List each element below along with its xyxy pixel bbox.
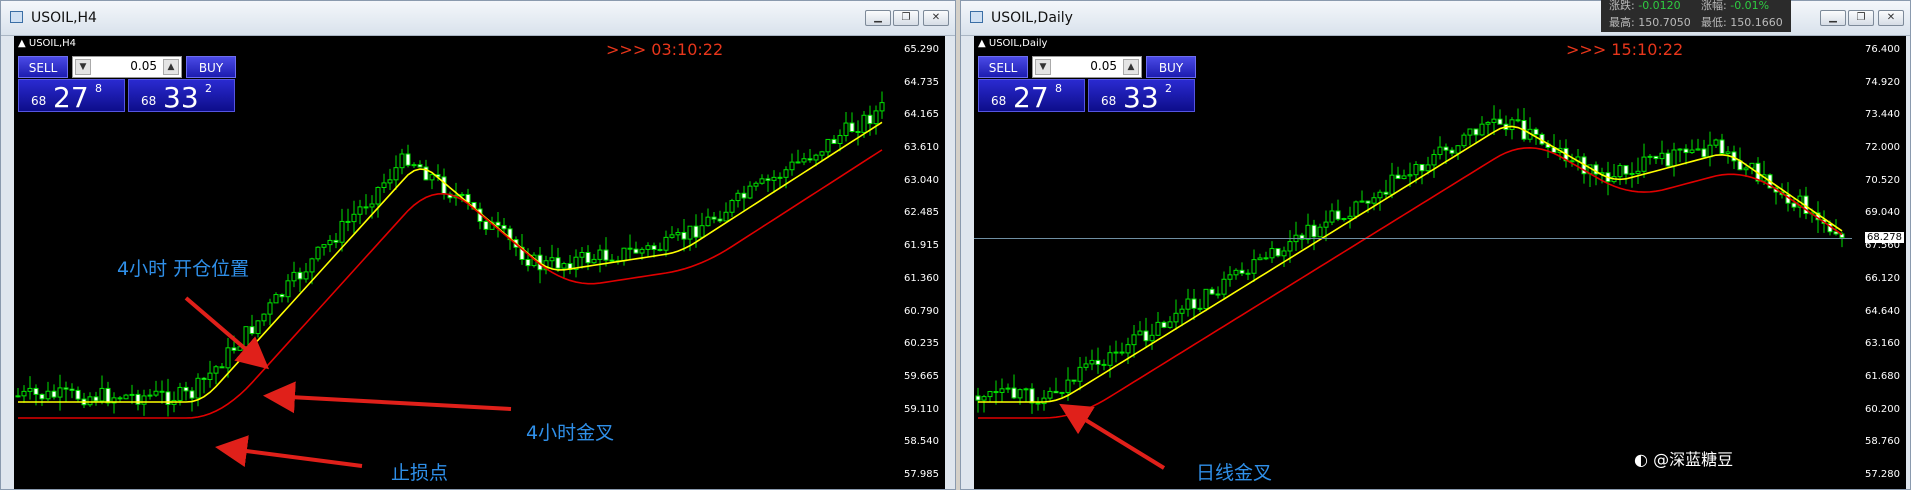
arrow-to-stop-loss [215, 435, 363, 468]
price-tooltip: 涨跌: -0.0120 涨幅: -0.01% 最高: 150.7050 最低: … [1601, 0, 1791, 32]
arrow-to-golden-cross [263, 381, 512, 414]
tooltip-low-label: 最低: [1701, 16, 1727, 29]
daily-chart-area[interactable]: 68.278 ▲ USOIL,Daily >>> 15:10:22 SELL ▼… [974, 36, 1906, 489]
daily-window-title: USOIL,Daily [991, 10, 1073, 26]
daily-annotation-arrows [1059, 403, 1166, 470]
tooltip-change-label: 涨跌: [1609, 0, 1635, 12]
h4-titlebar[interactable]: USOIL,H4 ▁ ❐ ✕ [1, 1, 955, 36]
close-icon[interactable]: ✕ [923, 10, 949, 26]
tooltip-change-value: -0.0120 [1638, 0, 1681, 12]
tooltip-low-value: 150.1660 [1730, 16, 1783, 29]
watermark-text: @深蓝糖豆 [1653, 450, 1734, 469]
h4-chart-area[interactable]: ▲ USOIL,H4 >>> 03:10:22 SELL ▼ 0.05 ▲ BU… [14, 36, 945, 489]
restore-icon[interactable]: ❐ [893, 10, 919, 26]
h4-chart-window: USOIL,H4 ▁ ❐ ✕ ▲ USOIL,H4 >>> 03:10:22 S… [0, 0, 956, 490]
watermark-logo-icon: ◐ [1634, 450, 1648, 469]
minimize-icon[interactable]: ▁ [1820, 10, 1846, 26]
minimize-icon[interactable]: ▁ [865, 10, 891, 26]
tooltip-high-label: 最高: [1609, 16, 1635, 29]
daily-chart-window: USOIL,Daily ▁ ❐ ✕ 68.278 ▲ USOIL,Daily >… [960, 0, 1911, 490]
watermark: ◐ @深蓝糖豆 [1634, 446, 1733, 470]
tooltip-high-value: 150.7050 [1638, 16, 1691, 29]
arrow-to-open-position [184, 296, 270, 370]
restore-icon[interactable]: ❐ [1848, 10, 1874, 26]
tooltip-pct-label: 涨幅: [1701, 0, 1727, 12]
tooltip-pct-value: -0.01% [1730, 0, 1770, 12]
chart-window-icon [970, 11, 983, 23]
chart-window-icon [10, 11, 23, 23]
arrow-to-daily-cross [1059, 403, 1166, 470]
h4-annotation-arrows [184, 296, 512, 468]
close-icon[interactable]: ✕ [1878, 10, 1904, 26]
h4-window-title: USOIL,H4 [31, 10, 97, 26]
